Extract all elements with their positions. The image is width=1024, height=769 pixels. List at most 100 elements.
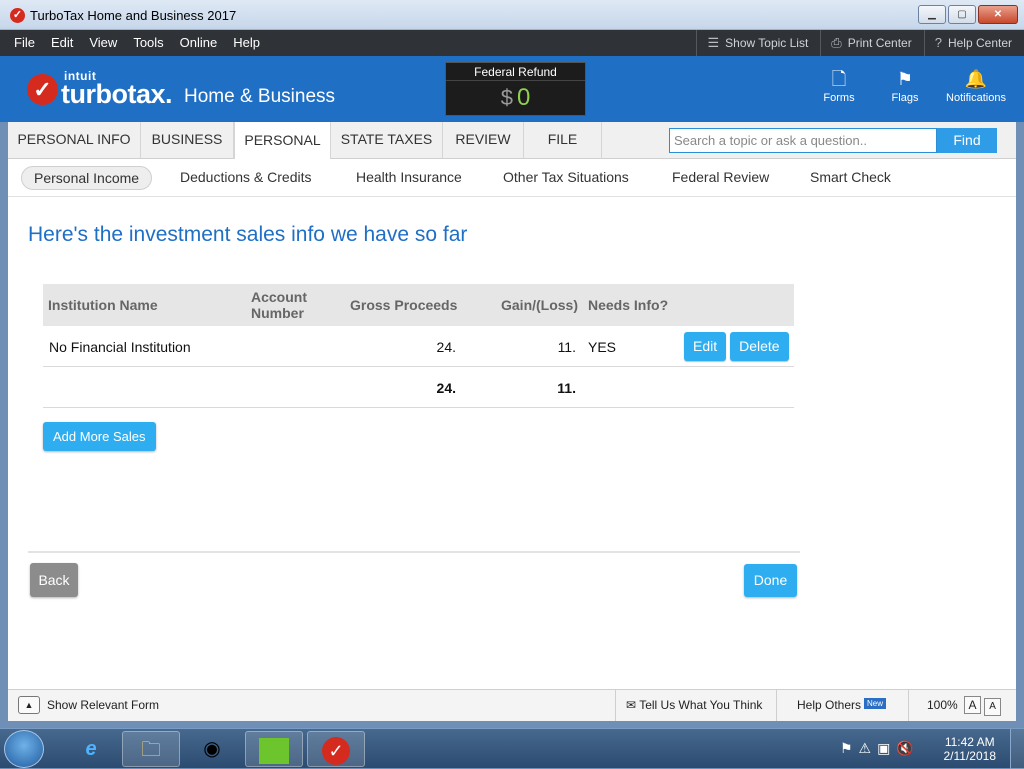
subnav-health-insurance[interactable]: Health Insurance: [356, 166, 462, 190]
forms-label: Forms: [823, 92, 855, 104]
print-center-label: Print Center: [847, 36, 912, 50]
federal-refund-meter[interactable]: Federal Refund $0: [445, 62, 586, 116]
menu-edit[interactable]: Edit: [43, 30, 81, 56]
refund-currency: $: [500, 85, 513, 110]
clock[interactable]: 11:42 AM 2/11/2018: [944, 735, 997, 763]
turbotax-app-icon: ✓: [10, 8, 25, 23]
status-bar: ▲ Show Relevant Form ✉ Tell Us What You …: [8, 689, 1016, 721]
zoom-level: 100%: [927, 698, 958, 712]
menu-help[interactable]: Help: [225, 30, 268, 56]
help-center-label: Help Center: [947, 36, 1012, 50]
zoom-in-button[interactable]: A: [964, 696, 982, 714]
refund-amount: 0: [516, 84, 531, 111]
window-controls: ▁ ▢ ✕: [918, 5, 1018, 24]
edit-button[interactable]: Edit: [684, 332, 727, 361]
show-relevant-form-button[interactable]: ▲ Show Relevant Form: [18, 696, 159, 714]
print-center-button[interactable]: ⎙ Print Center: [820, 30, 923, 56]
tab-file[interactable]: FILE: [524, 122, 602, 159]
clock-date: 2/11/2018: [943, 749, 997, 763]
subnav-other-tax-situations[interactable]: Other Tax Situations: [503, 166, 629, 190]
tab-business[interactable]: BUSINESS: [141, 122, 234, 159]
menu-bar: File Edit View Tools Online Help ☰ Show …: [0, 30, 1024, 56]
table-header: Institution Name Account Number Gross Pr…: [43, 284, 794, 326]
minimize-button[interactable]: ▁: [918, 5, 946, 24]
forms-button[interactable]: 🗋 Forms: [806, 66, 872, 104]
column-institution-name: Institution Name: [48, 297, 158, 313]
row-actions: Edit Delete: [684, 326, 789, 367]
envelope-icon: ✉: [626, 698, 637, 712]
main-tabs: PERSONAL INFO BUSINESS PERSONAL STATE TA…: [8, 122, 1016, 160]
tab-review[interactable]: REVIEW: [443, 122, 524, 159]
flag-icon: ⚑: [896, 69, 914, 89]
turbotax-taskbar-icon[interactable]: ✓: [307, 731, 365, 767]
tell-us-button[interactable]: ✉ Tell Us What You Think: [615, 690, 776, 721]
footer-divider: [28, 551, 800, 553]
show-desktop-button[interactable]: [1010, 729, 1024, 769]
column-gross-proceeds: Gross Proceeds: [350, 297, 458, 313]
edition-name: Home & Business: [184, 86, 336, 107]
row-institution: No Financial Institution: [49, 338, 191, 355]
tab-personal[interactable]: PERSONAL: [234, 122, 331, 160]
help-others-button[interactable]: Help Others New: [776, 690, 908, 721]
flags-label: Flags: [891, 92, 919, 104]
subnav-smart-check[interactable]: Smart Check: [810, 166, 891, 190]
chrome-icon[interactable]: ◉: [183, 731, 241, 767]
notifications-button[interactable]: 🔔 Notifications: [938, 66, 1014, 104]
menu-tools[interactable]: Tools: [125, 30, 171, 56]
green-app-icon[interactable]: [245, 731, 303, 767]
show-relevant-form-label: Show Relevant Form: [47, 698, 160, 712]
close-button[interactable]: ✕: [978, 5, 1018, 24]
tell-us-label: Tell Us What You Think: [639, 698, 763, 712]
menu-view[interactable]: View: [81, 30, 125, 56]
show-topic-list-button[interactable]: ☰ Show Topic List: [696, 30, 820, 56]
tab-state-taxes[interactable]: STATE TAXES: [331, 122, 443, 159]
find-button[interactable]: Find: [937, 128, 997, 153]
add-more-sales-button[interactable]: Add More Sales: [43, 422, 156, 451]
column-needs-info: Needs Info?: [588, 297, 669, 313]
clock-time: 11:42 AM: [944, 735, 995, 749]
notifications-label: Notifications: [946, 92, 1006, 104]
list-icon: ☰: [707, 35, 720, 50]
search-input[interactable]: Search a topic or ask a question..: [669, 128, 937, 153]
menu-online[interactable]: Online: [172, 30, 226, 56]
start-button[interactable]: [4, 730, 44, 768]
subnav-federal-review[interactable]: Federal Review: [672, 166, 769, 190]
main-content: Here's the investment sales info we have…: [8, 197, 1016, 689]
bell-icon: 🔔: [964, 69, 988, 89]
federal-refund-value: $0: [446, 81, 585, 115]
investment-sales-table: Institution Name Account Number Gross Pr…: [43, 284, 794, 408]
sub-navigation: Personal Income Deductions & Credits Hea…: [8, 159, 1016, 197]
system-tray-icons[interactable]: ⚑⚠▣🔇: [840, 740, 920, 757]
column-account-number: Account Number: [251, 289, 307, 321]
triangle-up-icon: ▲: [18, 696, 40, 714]
row-needs-info: YES: [588, 338, 617, 355]
table-row: No Financial Institution 24. 11. YES Edi…: [43, 326, 794, 367]
menu-file[interactable]: File: [6, 30, 43, 56]
back-button[interactable]: Back: [30, 563, 78, 597]
file-explorer-icon[interactable]: 🗀: [122, 731, 180, 767]
zoom-out-button[interactable]: A: [984, 698, 1002, 716]
subnav-personal-income[interactable]: Personal Income: [21, 166, 153, 190]
totals-row: 24. 11.: [43, 367, 794, 408]
total-gain-loss: 11.: [557, 379, 576, 396]
federal-refund-label: Federal Refund: [446, 63, 585, 81]
subnav-deductions-credits[interactable]: Deductions & Credits: [180, 166, 312, 190]
maximize-button[interactable]: ▢: [948, 5, 976, 24]
flags-button[interactable]: ⚑ Flags: [872, 66, 938, 104]
row-gain-loss: 11.: [557, 338, 576, 355]
show-topic-list-label: Show Topic List: [725, 36, 809, 50]
page-title: Here's the investment sales info we have…: [28, 223, 468, 246]
internet-explorer-icon[interactable]: e: [62, 731, 120, 767]
windows-taskbar: e 🗀 ◉ ✓ ⚑⚠▣🔇 11:42 AM 2/11/2018: [0, 728, 1024, 769]
done-button[interactable]: Done: [744, 564, 797, 597]
printer-icon: ⎙: [831, 35, 842, 50]
row-gross-proceeds: 24.: [436, 338, 456, 355]
delete-button[interactable]: Delete: [730, 332, 789, 361]
help-center-button[interactable]: ? Help Center: [923, 30, 1024, 56]
window-titlebar: ✓ TurboTax Home and Business 2017 ▁ ▢ ✕: [0, 0, 1024, 30]
window-title: TurboTax Home and Business 2017: [30, 8, 237, 23]
document-icon: 🗋: [831, 69, 847, 89]
tab-personal-info[interactable]: PERSONAL INFO: [8, 122, 141, 159]
help-others-label: Help Others: [797, 698, 862, 712]
help-icon: ?: [934, 35, 942, 50]
